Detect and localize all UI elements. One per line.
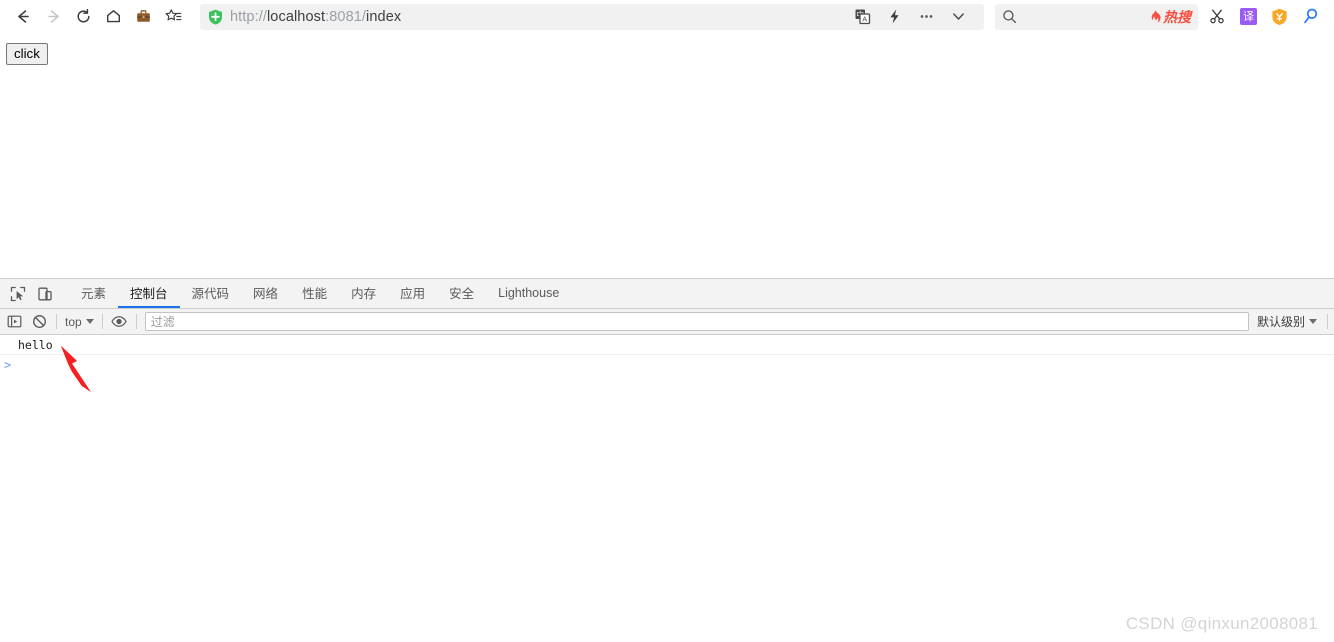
- forward-arrow-icon: [47, 10, 59, 23]
- search-bar[interactable]: 热搜: [995, 3, 1198, 30]
- console-filter-input[interactable]: 过滤: [144, 312, 1249, 331]
- shield-icon[interactable]: [1264, 2, 1295, 32]
- tab-label: 内存: [351, 287, 377, 301]
- search-icon: [1003, 10, 1017, 24]
- devtools-tool-icons: [0, 279, 69, 308]
- reload-icon: [76, 8, 90, 23]
- tab-label: 安全: [449, 287, 475, 301]
- hot-search-label: 热搜: [1163, 8, 1191, 25]
- console-toolbar: top 过滤 默认级别: [0, 309, 1334, 335]
- home-button[interactable]: [98, 2, 128, 32]
- url-host: localhost: [266, 8, 326, 25]
- tab-network[interactable]: 网络: [241, 279, 290, 308]
- scissors-icon[interactable]: [1202, 2, 1233, 32]
- console-level-selector[interactable]: 默认级别: [1251, 313, 1323, 330]
- tab-label: 元素: [81, 287, 107, 301]
- tab-sources[interactable]: 源代码: [180, 279, 242, 308]
- devtools-tabbar: 元素 控制台 源代码 网络 性能 内存 应用 安全 Lighthouse: [0, 279, 1334, 309]
- tab-label: Lighthouse: [498, 285, 560, 300]
- url-scheme: http://: [230, 8, 267, 25]
- reload-button[interactable]: [68, 2, 98, 32]
- console-message-text: hello: [18, 338, 53, 352]
- chevron-down-icon: [85, 319, 94, 324]
- url-page: index: [366, 8, 402, 25]
- briefcase-icon: [136, 10, 150, 22]
- live-expression-icon[interactable]: [107, 310, 132, 334]
- tab-label: 网络: [253, 287, 279, 301]
- console-sidebar-icon[interactable]: [2, 310, 27, 334]
- favorites-star-icon: [165, 9, 181, 21]
- back-arrow-icon: [17, 10, 29, 23]
- flame-icon: [1151, 9, 1161, 23]
- tab-label: 控制台: [130, 287, 168, 301]
- translate-icon[interactable]: 中 A: [846, 4, 878, 30]
- console-context-selector[interactable]: top: [61, 315, 98, 329]
- tab-label: 源代码: [191, 287, 230, 301]
- prompt-chevron-icon: >: [4, 357, 12, 372]
- lightning-icon[interactable]: [878, 4, 910, 30]
- collections-button[interactable]: [128, 2, 158, 32]
- chevron-down-icon[interactable]: [942, 4, 974, 30]
- home-icon: [106, 10, 120, 23]
- chevron-down-icon: [1309, 319, 1317, 324]
- tab-security[interactable]: 安全: [437, 279, 486, 308]
- tab-memory[interactable]: 内存: [339, 279, 388, 308]
- console-level-label: 默认级别: [1256, 315, 1305, 329]
- favorites-button[interactable]: [158, 2, 188, 32]
- tab-label: 性能: [302, 287, 328, 301]
- url-actions: 中 A: [846, 4, 976, 30]
- translate-badge-icon[interactable]: 译: [1233, 2, 1264, 32]
- forward-button[interactable]: [38, 2, 68, 32]
- console-context-label: top: [65, 314, 82, 329]
- console-message: hello: [0, 336, 1334, 355]
- inspect-element-icon[interactable]: [4, 279, 31, 308]
- tab-label: 应用: [400, 287, 426, 301]
- tab-elements[interactable]: 元素: [69, 279, 118, 308]
- device-toolbar-icon[interactable]: [31, 279, 58, 308]
- extension-icons: 译: [1202, 2, 1326, 32]
- tab-application[interactable]: 应用: [388, 279, 437, 308]
- click-button[interactable]: click: [6, 43, 48, 65]
- console-toolbar-divider: [56, 314, 57, 329]
- page-content: click: [0, 33, 1334, 278]
- console-toolbar-divider-4: [1327, 314, 1328, 329]
- devtools-panel: 元素 控制台 源代码 网络 性能 内存 应用 安全 Lighthouse top: [0, 278, 1334, 642]
- console-output: hello >: [0, 336, 1334, 642]
- url-text: http://localhost:8081/index: [230, 9, 401, 25]
- shield-plus-icon: [209, 9, 222, 24]
- magnifier-icon[interactable]: [1295, 2, 1326, 32]
- watermark: CSDN @qinxun2008081: [1125, 614, 1318, 633]
- url-port-path: :8081/: [325, 8, 367, 25]
- more-icon[interactable]: [910, 4, 942, 30]
- tab-lighthouse[interactable]: Lighthouse: [486, 279, 571, 308]
- console-toolbar-divider-3: [135, 314, 137, 329]
- console-filter-placeholder: 过滤: [150, 315, 175, 329]
- url-bar[interactable]: http://localhost:8081/index 中 A: [200, 3, 984, 30]
- console-prompt[interactable]: >: [0, 355, 1334, 374]
- svg-text:A: A: [862, 17, 867, 24]
- tab-console[interactable]: 控制台: [118, 279, 180, 308]
- hot-search-badge[interactable]: 热搜: [1148, 7, 1191, 27]
- back-button[interactable]: [8, 2, 38, 32]
- console-toolbar-divider-2: [101, 314, 103, 329]
- browser-toolbar: http://localhost:8081/index 中 A: [0, 0, 1334, 33]
- clear-console-icon[interactable]: [27, 310, 52, 334]
- tab-performance[interactable]: 性能: [290, 279, 339, 308]
